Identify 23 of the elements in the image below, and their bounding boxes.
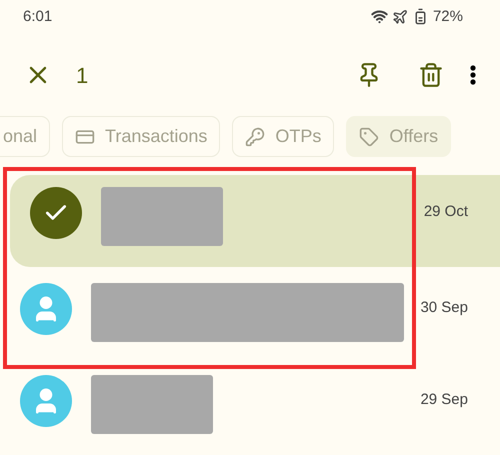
selected-check-avatar [30, 187, 82, 239]
selected-count: 1 [76, 62, 88, 90]
message-date: 29 Sep [420, 390, 468, 410]
filter-chip[interactable]: Transactions [62, 116, 220, 157]
person-avatar [20, 375, 72, 427]
message-date: 30 Sep [420, 298, 468, 318]
filter-chip[interactable]: Offers [346, 116, 452, 157]
more-button[interactable] [468, 63, 478, 88]
key-icon [245, 126, 266, 147]
filter-chip[interactable]: onal [0, 116, 50, 157]
message-row[interactable]: 29 Oct [10, 175, 500, 267]
trash-icon [418, 62, 444, 88]
message-date: 29 Oct [424, 202, 468, 222]
message-row[interactable]: 30 Sep [0, 271, 500, 363]
wifi-icon [370, 8, 388, 26]
tag-icon [359, 126, 380, 147]
filter-chip[interactable]: OTPs [232, 116, 334, 157]
more-icon [470, 65, 476, 86]
airplane-icon [392, 8, 408, 25]
person-avatar [20, 283, 72, 335]
clock-time: 6:01 [23, 6, 52, 27]
battery-percent: 72% [432, 6, 463, 27]
message-row[interactable]: 29 Sep [0, 363, 500, 455]
